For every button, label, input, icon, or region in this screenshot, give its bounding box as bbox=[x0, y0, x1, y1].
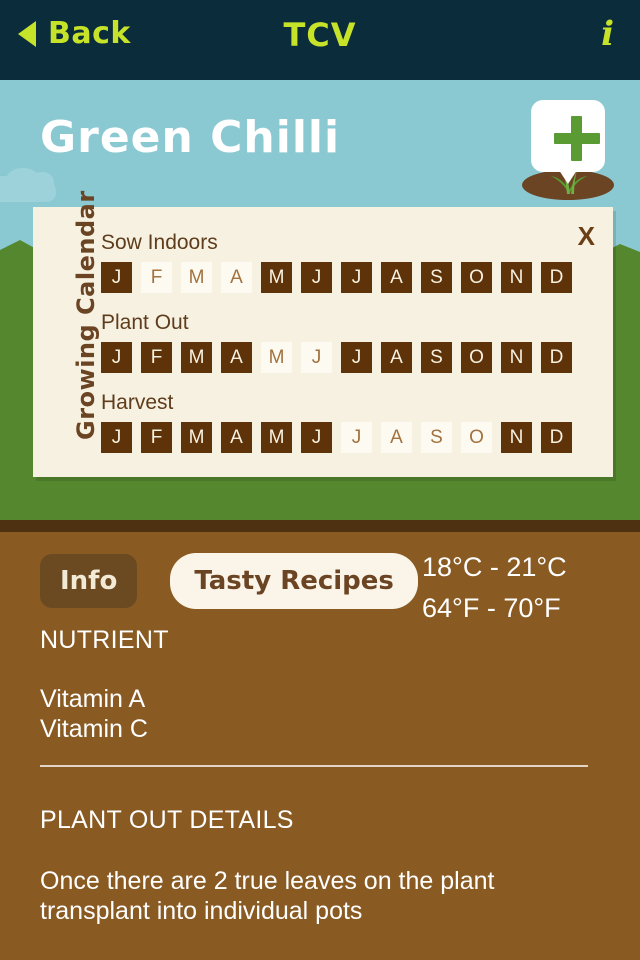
month-cell[interactable]: F bbox=[141, 422, 172, 453]
month-cell[interactable]: J bbox=[301, 422, 332, 453]
plant-out-text: Once there are 2 true leaves on the plan… bbox=[40, 867, 495, 925]
add-bubble bbox=[531, 100, 605, 184]
month-cell[interactable]: D bbox=[541, 342, 572, 373]
month-cell[interactable]: J bbox=[341, 422, 372, 453]
nutrient-list: Vitamin A Vitamin C bbox=[40, 684, 600, 744]
month-cell[interactable]: N bbox=[501, 342, 532, 373]
app-root: Back TCV i Green Chilli Growing Calendar… bbox=[0, 0, 640, 960]
tab-info[interactable]: Info bbox=[40, 554, 138, 608]
month-cell[interactable]: D bbox=[541, 422, 572, 453]
month-cell[interactable]: S bbox=[421, 422, 452, 453]
plus-icon bbox=[571, 116, 582, 161]
month-cell[interactable]: A bbox=[381, 342, 412, 373]
calendar-row: Plant Out J F M A M J J A S O N D bbox=[101, 311, 603, 373]
calendar-row-label: Harvest bbox=[101, 391, 174, 414]
month-cell[interactable]: M bbox=[181, 422, 212, 453]
app-title: TCV bbox=[283, 16, 357, 54]
month-cell[interactable]: M bbox=[181, 262, 212, 293]
calendar-side-label-text: Growing Calendar bbox=[72, 190, 100, 440]
growing-calendar-card: Growing Calendar X Sow Indoors J F M A M J J A S O… bbox=[33, 190, 613, 477]
soil-edge bbox=[0, 520, 640, 532]
navbar: Back TCV i bbox=[0, 0, 640, 80]
month-strip: JFMAMJJASOND bbox=[101, 342, 603, 373]
nutrient-item: Vitamin A bbox=[40, 685, 146, 713]
plant-out-heading: PLANT OUT DETAILS bbox=[40, 806, 294, 834]
calendar-row: Sow Indoors J F M A M J J A S O N D bbox=[101, 231, 603, 293]
calendar-row-label: Plant Out bbox=[101, 311, 189, 334]
calendar-rows: Sow Indoors J F M A M J J A S O N D Plant Out J F M A M J J A… bbox=[101, 231, 603, 471]
month-cell[interactable]: A bbox=[221, 342, 252, 373]
month-cell[interactable]: A bbox=[221, 422, 252, 453]
temperature-range: 18°C - 21°C 64°F - 70°F bbox=[422, 547, 567, 629]
month-cell[interactable]: J bbox=[301, 342, 332, 373]
month-cell[interactable]: O bbox=[461, 342, 492, 373]
month-cell[interactable]: S bbox=[421, 262, 452, 293]
section-divider bbox=[40, 765, 588, 767]
tab-tasty-recipes[interactable]: Tasty Recipes bbox=[170, 553, 418, 609]
tab-bar: Info Tasty Recipes bbox=[40, 553, 418, 609]
info-icon[interactable]: i bbox=[601, 14, 614, 54]
nutrient-heading: NUTRIENT bbox=[40, 626, 169, 654]
month-cell[interactable]: A bbox=[381, 262, 412, 293]
month-cell[interactable]: S bbox=[421, 342, 452, 373]
month-cell[interactable]: J bbox=[341, 342, 372, 373]
temperature-fahrenheit: 64°F - 70°F bbox=[422, 593, 561, 623]
month-cell[interactable]: O bbox=[461, 422, 492, 453]
nutrient-item: Vitamin C bbox=[40, 715, 148, 743]
add-plant-button[interactable] bbox=[522, 100, 614, 200]
month-cell[interactable]: O bbox=[461, 262, 492, 293]
month-cell[interactable]: A bbox=[381, 422, 412, 453]
temperature-celsius: 18°C - 21°C bbox=[422, 552, 567, 582]
month-cell[interactable]: D bbox=[541, 262, 572, 293]
month-strip: JFMAMJJASOND bbox=[101, 422, 603, 453]
month-cell[interactable]: J bbox=[101, 262, 132, 293]
month-cell[interactable]: N bbox=[501, 262, 532, 293]
calendar-row-label: Sow Indoors bbox=[101, 231, 218, 254]
month-strip: JFMAMJJASOND bbox=[101, 262, 603, 293]
month-cell[interactable]: A bbox=[221, 262, 252, 293]
calendar-row: Harvest J F M A M J J A S O N D bbox=[101, 391, 603, 453]
page-title: Green Chilli bbox=[40, 112, 341, 163]
details-panel: Info Tasty Recipes 18°C - 21°C 64°F - 70… bbox=[0, 520, 640, 960]
month-cell[interactable]: N bbox=[501, 422, 532, 453]
month-cell[interactable]: J bbox=[341, 262, 372, 293]
month-cell[interactable]: J bbox=[101, 342, 132, 373]
month-cell[interactable]: M bbox=[261, 262, 292, 293]
month-cell[interactable]: M bbox=[261, 342, 292, 373]
month-cell[interactable]: M bbox=[261, 422, 292, 453]
month-cell[interactable]: F bbox=[141, 262, 172, 293]
month-cell[interactable]: F bbox=[141, 342, 172, 373]
month-cell[interactable]: M bbox=[181, 342, 212, 373]
month-cell[interactable]: J bbox=[101, 422, 132, 453]
month-cell[interactable]: J bbox=[301, 262, 332, 293]
calendar-side-label: Growing Calendar bbox=[33, 190, 100, 477]
cloud-icon bbox=[30, 172, 54, 192]
